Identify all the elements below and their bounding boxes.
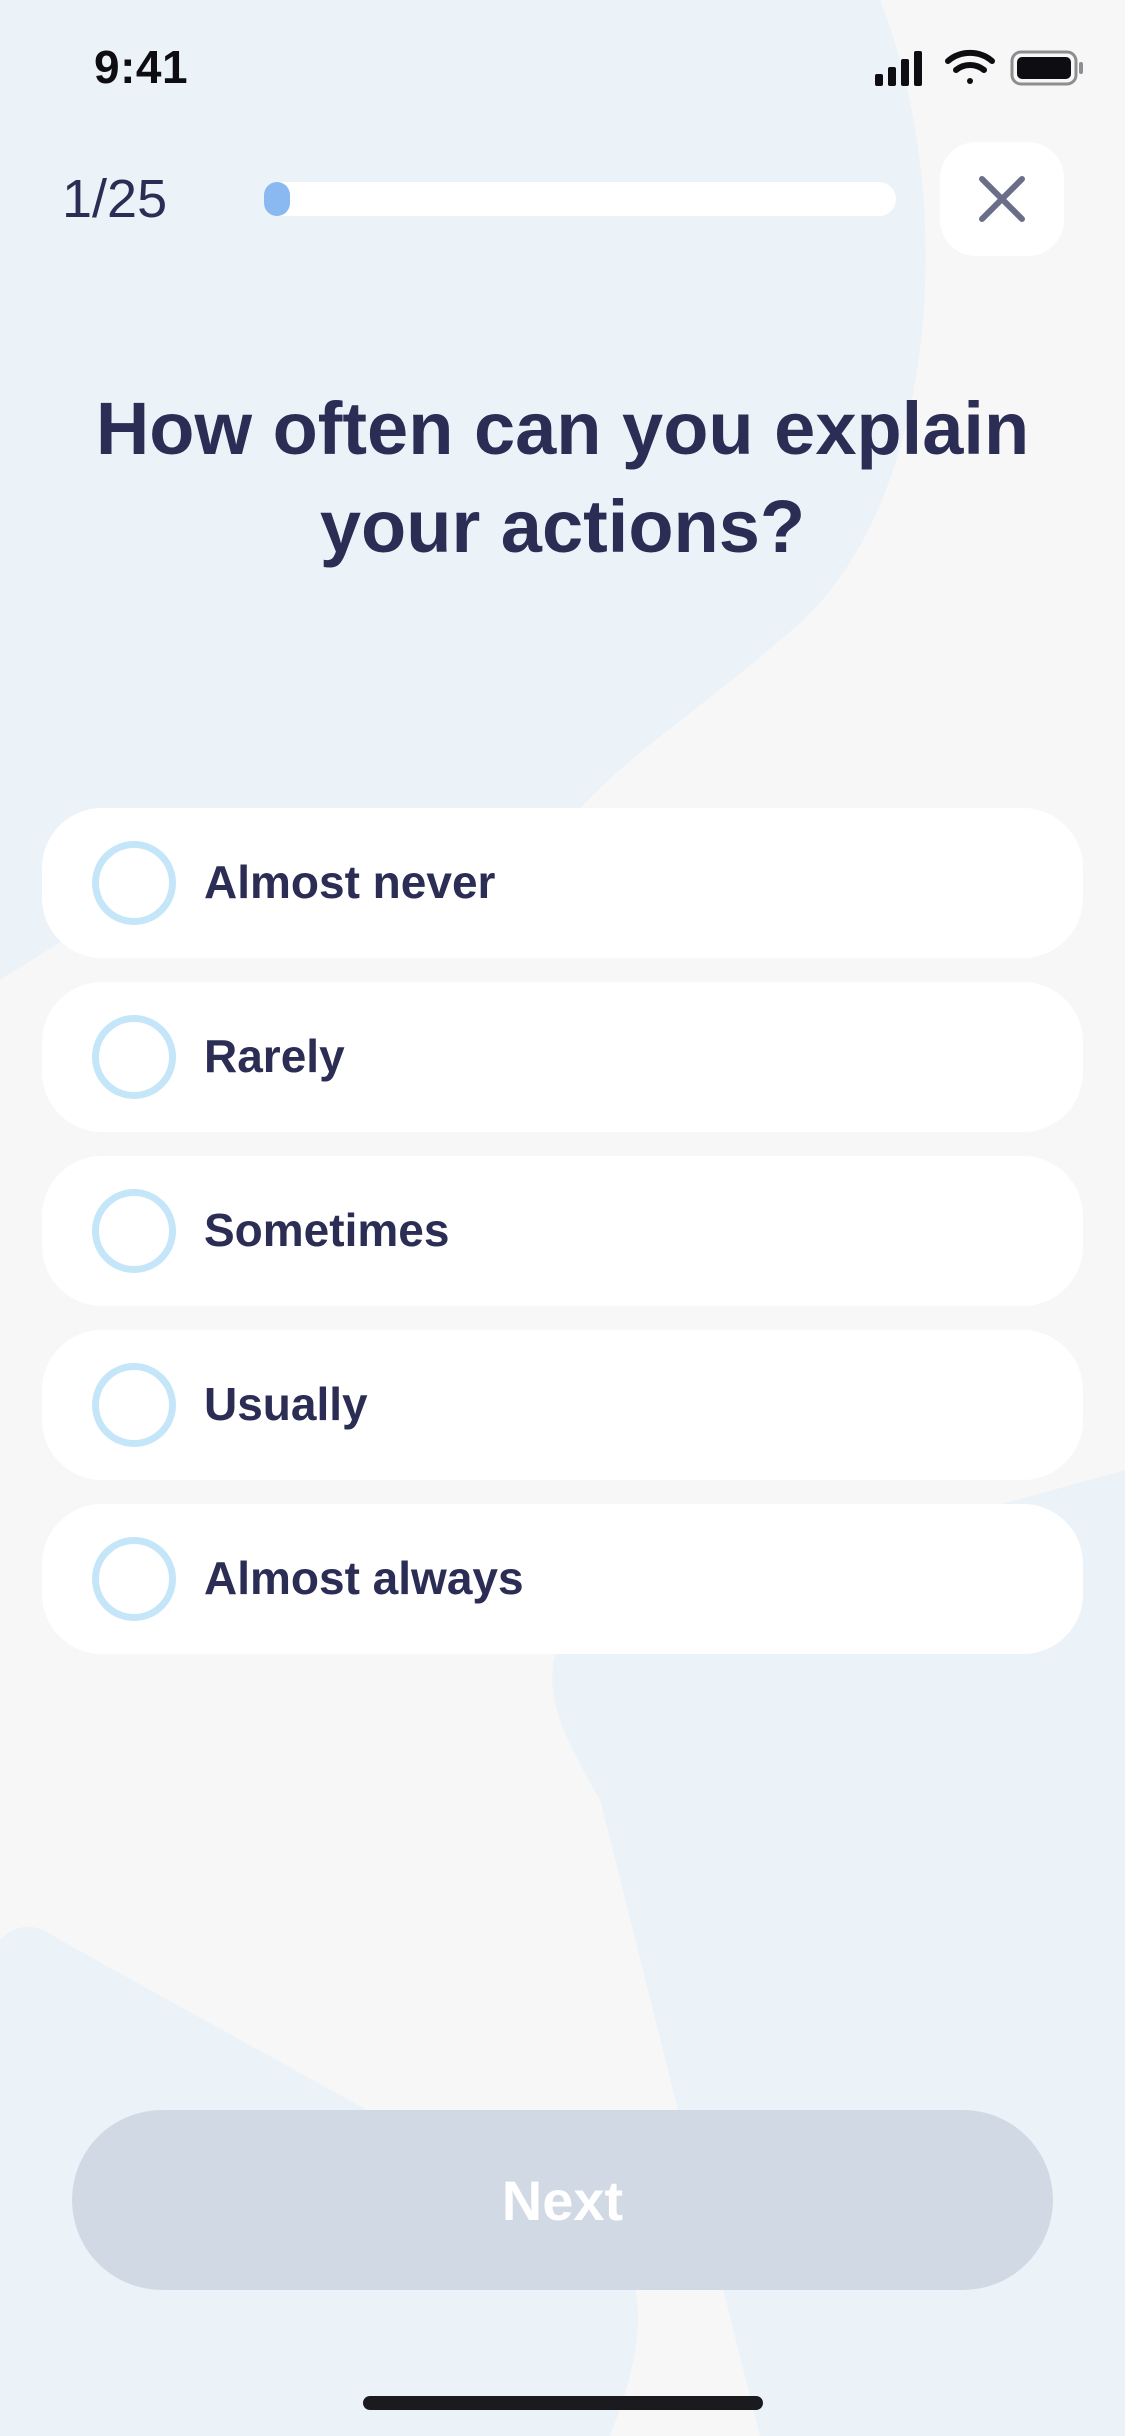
radio-button[interactable] xyxy=(92,1189,176,1273)
next-button-label: Next xyxy=(501,2168,624,2232)
radio-button[interactable] xyxy=(92,1015,176,1099)
option-almost-always[interactable]: Almost always xyxy=(42,1504,1083,1654)
question-counter: 1/25 xyxy=(62,169,168,229)
option-label: Rarely xyxy=(204,1030,345,1082)
option-label: Sometimes xyxy=(204,1204,450,1256)
radio-button[interactable] xyxy=(92,1537,176,1621)
option-almost-never[interactable]: Almost never xyxy=(42,808,1083,958)
cellular-signal-icon xyxy=(875,51,922,86)
option-rarely[interactable]: Rarely xyxy=(42,982,1083,1132)
option-label: Almost always xyxy=(204,1552,524,1604)
progress-fill xyxy=(264,182,290,216)
radio-button[interactable] xyxy=(92,1363,176,1447)
status-time: 9:41 xyxy=(94,41,189,93)
wifi-icon xyxy=(945,49,995,84)
next-button[interactable]: Next xyxy=(72,2110,1053,2290)
battery-icon xyxy=(1010,50,1083,86)
question-title: How often can you explain your actions? xyxy=(95,387,1030,568)
home-indicator xyxy=(363,2396,763,2410)
close-icon xyxy=(979,176,1025,222)
progress-bar xyxy=(264,182,896,216)
option-usually[interactable]: Usually xyxy=(42,1330,1083,1480)
option-label: Usually xyxy=(204,1378,368,1430)
option-sometimes[interactable]: Sometimes xyxy=(42,1156,1083,1306)
close-button[interactable] xyxy=(940,142,1064,256)
quiz-screen: 9:41 1/25 How often can you explain your… xyxy=(0,0,1125,2436)
answer-options: Almost never Rarely Sometimes Usually Al… xyxy=(42,808,1083,1678)
radio-button[interactable] xyxy=(92,841,176,925)
status-bar: 9:41 xyxy=(0,0,1125,135)
status-icons xyxy=(875,49,1083,86)
option-label: Almost never xyxy=(204,856,496,908)
